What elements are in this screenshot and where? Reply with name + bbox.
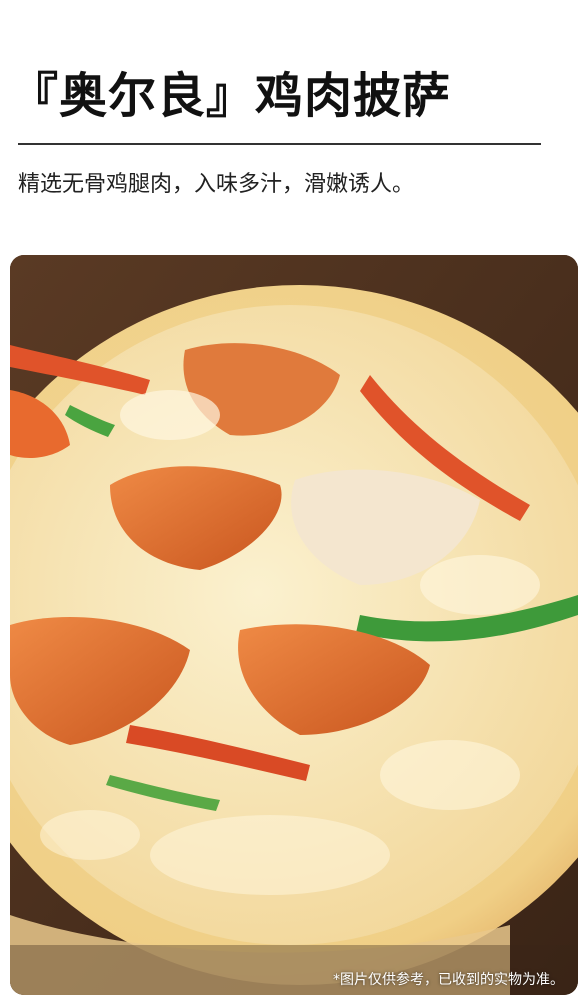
- image-disclaimer: *图片仅供参考，已收到的实物为准。: [333, 972, 564, 988]
- title-divider: [18, 143, 541, 145]
- product-subtitle: 精选无骨鸡腿肉，入味多汁，滑嫩诱人。: [18, 172, 415, 197]
- pizza-photo: *图片仅供参考，已收到的实物为准。: [10, 255, 578, 995]
- product-title: 『奥尔良』鸡肉披萨: [10, 68, 452, 124]
